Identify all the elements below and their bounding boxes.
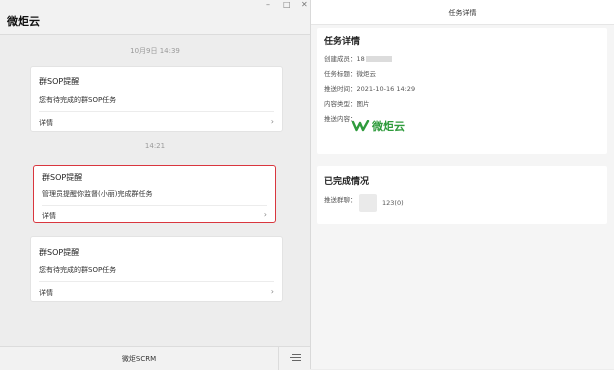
bottom-app-label[interactable]: 微炬SCRM (0, 354, 278, 364)
chevron-right-icon: › (270, 287, 274, 296)
message-timestamp: 10月9日 14:39 (130, 47, 180, 55)
push-time-row: 推送时间：2021-10-16 14:29 (324, 83, 415, 93)
list-menu-icon[interactable] (290, 353, 301, 363)
card-detail-link[interactable]: 详情 (39, 118, 53, 128)
push-time-value: 2021-10-16 14:29 (356, 85, 416, 93)
card-body: 您有待完成的群SOP任务 (39, 266, 117, 274)
minimize-button[interactable]: – (266, 0, 270, 9)
card-title: 群SOP提醒 (39, 77, 80, 86)
card-detail-link[interactable]: 详情 (42, 211, 56, 221)
card-divider (42, 205, 267, 206)
card-title: 群SOP提醒 (39, 248, 80, 257)
app-title: 微炬云 (7, 15, 40, 28)
maximize-button[interactable]: □ (283, 0, 291, 9)
redacted-phone (365, 56, 392, 62)
content-type-label: 内容类型： (324, 100, 357, 108)
completion-title: 已完成情况 (324, 177, 370, 187)
group-count: 123(0) (382, 199, 404, 207)
group-avatar (359, 194, 377, 212)
pushed-image-logo[interactable]: 微炬云 (352, 118, 405, 134)
task-title-value: 微炬云 (356, 70, 377, 78)
push-group-label: 推送群聊： (324, 196, 357, 204)
chevron-right-icon: › (270, 117, 274, 126)
card-body: 管理员提醒你监督(小丽)完成群任务 (42, 190, 153, 198)
content-type-value: 图片 (356, 100, 370, 108)
sop-reminder-card-2[interactable]: 群SOP提醒 管理员提醒你监督(小丽)完成群任务 详情 › (33, 165, 276, 223)
creator-label: 创建成员： (324, 55, 357, 63)
sop-reminder-card-1[interactable]: 群SOP提醒 您有待完成的群SOP任务 详情 › (30, 66, 283, 132)
task-title-row: 任务标题：微炬云 (324, 68, 376, 78)
task-title-label: 任务标题： (324, 70, 357, 78)
task-detail-header-title: 任务详情 (448, 9, 477, 17)
card-body: 您有待完成的群SOP任务 (39, 96, 117, 104)
creator-value: 18 (356, 55, 365, 63)
message-timestamp: 14:21 (144, 142, 166, 150)
chat-header: 微炬云 – □ ✕ (0, 0, 310, 35)
card-detail-link[interactable]: 详情 (39, 288, 53, 298)
content-type-row: 内容类型：图片 (324, 98, 370, 108)
close-button[interactable]: ✕ (301, 0, 308, 9)
task-info-title: 任务详情 (324, 37, 361, 47)
task-info-panel: 任务详情 创建成员：18 任务标题：微炬云 推送时间：2021-10-16 14… (317, 28, 607, 154)
task-detail-pane: 任务详情 任务详情 创建成员：18 任务标题：微炬云 推送时间：2021-10-… (311, 0, 614, 369)
task-detail-header: 任务详情 (311, 0, 614, 25)
card-divider (39, 281, 274, 282)
brand-logo-text: 微炬云 (372, 120, 405, 133)
push-time-label: 推送时间： (324, 85, 357, 93)
sop-reminder-card-3[interactable]: 群SOP提醒 您有待完成的群SOP任务 详情 › (30, 236, 283, 302)
brand-logo-icon (352, 120, 370, 132)
card-title: 群SOP提醒 (42, 173, 83, 182)
bottom-divider (278, 347, 279, 370)
card-divider (39, 111, 274, 112)
chat-pane: 微炬云 – □ ✕ 10月9日 14:39 群SOP提醒 您有待完成的群SOP任… (0, 0, 311, 370)
bottom-bar: 微炬SCRM (0, 346, 310, 370)
chevron-right-icon: › (263, 210, 267, 219)
creator-row: 创建成员：18 (324, 53, 392, 63)
